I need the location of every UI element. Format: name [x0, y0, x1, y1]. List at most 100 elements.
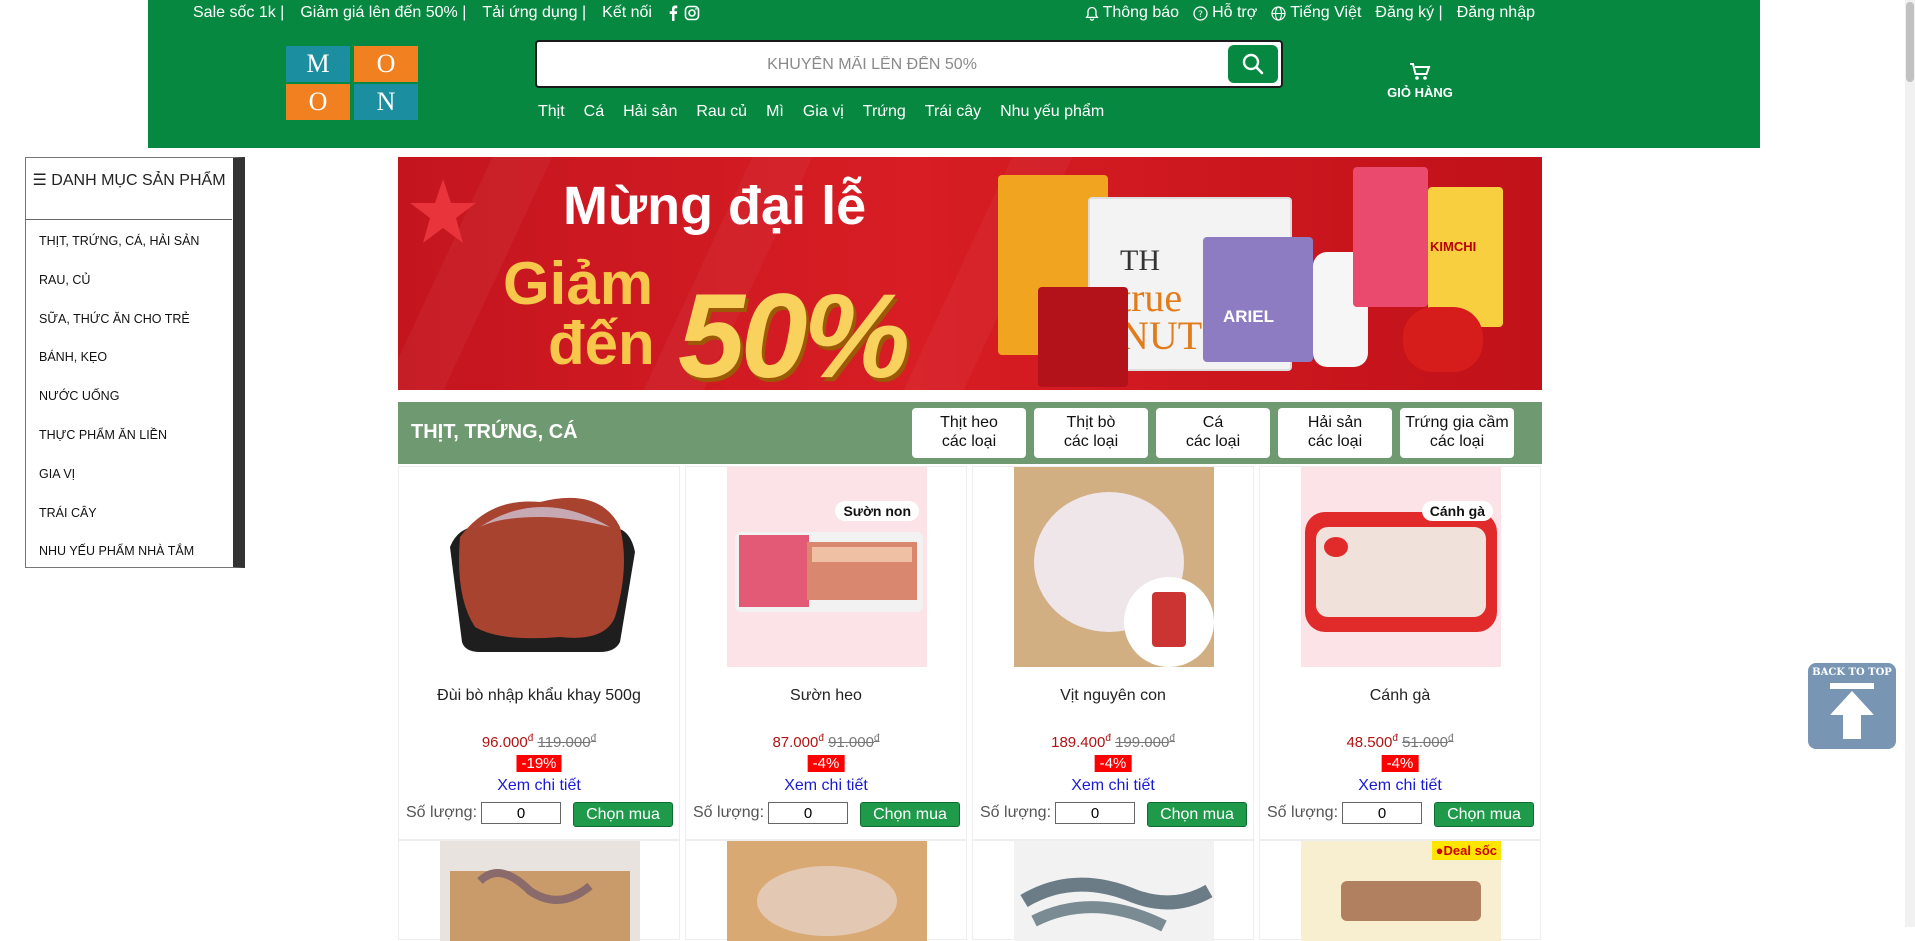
download-app-link[interactable]: Tải ứng dụng |: [482, 4, 586, 22]
instagram-icon[interactable]: [684, 5, 700, 21]
subcat-beef-line1: Thịt bò: [1066, 414, 1116, 431]
nav-item-spices[interactable]: Gia vị: [803, 103, 844, 121]
product-image[interactable]: [1014, 841, 1214, 941]
site-logo[interactable]: M O N O: [286, 46, 420, 122]
product-image[interactable]: [727, 841, 927, 941]
support-link[interactable]: ? Hỗ trợ: [1193, 4, 1257, 22]
old-price: 51.000đ: [1402, 733, 1453, 751]
nav-item-meat[interactable]: Thịt: [538, 103, 565, 121]
nav-item-eggs[interactable]: Trứng: [863, 103, 906, 121]
support-label: Hỗ trợ: [1212, 4, 1258, 21]
cart-button[interactable]: GIỎ HÀNG: [1380, 62, 1460, 100]
product-card: Sườn non Sườn heo 87.000đ 91.000đ -4% Xe…: [685, 466, 967, 840]
sidebar-item-drinks[interactable]: NƯỚC UỐNG: [39, 389, 199, 428]
sidebar-item-spices[interactable]: GIA VỊ: [39, 467, 199, 506]
product-card: [398, 840, 680, 941]
current-price: 96.000đ: [482, 733, 533, 751]
facebook-icon[interactable]: [668, 5, 678, 21]
sidebar-item-instant-food[interactable]: THỰC PHẨM ĂN LIỀN: [39, 428, 199, 467]
section-title[interactable]: THỊT, TRỨNG, CÁ: [411, 421, 578, 444]
language-link[interactable]: Tiếng Việt: [1271, 4, 1361, 22]
promo-banner[interactable]: Mừng đại lễ Giảm đến 50% TH true NUT ARI…: [398, 157, 1542, 390]
nav-item-fish[interactable]: Cá: [584, 103, 604, 121]
view-details-link[interactable]: Xem chi tiết: [686, 777, 966, 795]
nav-item-noodles[interactable]: Mì: [766, 103, 784, 121]
product-image[interactable]: [1014, 467, 1214, 667]
subcat-pork-line2: các loại: [941, 433, 997, 450]
section-header: THỊT, TRỨNG, CÁ Thịt heo các loại Thịt bò…: [398, 402, 1542, 464]
product-price: 189.400đ 199.000đ: [973, 733, 1253, 751]
sidebar-title: DANH MỤC SẢN PHẨM: [51, 172, 226, 189]
discount-badge: -4%: [807, 755, 845, 772]
sidebar-item-milk-baby-food[interactable]: SỮA, THỨC ĂN CHO TRẺ: [39, 312, 199, 351]
quantity-label: Số lượng:: [406, 804, 478, 821]
deal-label: Deal sốc: [1443, 843, 1497, 858]
logo-tile-o2: O: [286, 84, 350, 120]
product-price: 96.000đ 119.000đ: [399, 733, 679, 751]
nav-item-fruits[interactable]: Trái cây: [925, 103, 981, 121]
old-price-value: 199.000: [1115, 734, 1170, 751]
login-link[interactable]: Đăng nhập: [1457, 4, 1535, 22]
view-details-link[interactable]: Xem chi tiết: [973, 777, 1253, 795]
subcat-seafood[interactable]: Hải sản các loại: [1278, 408, 1392, 458]
product-name[interactable]: Đùi bò nhập khẩu khay 500g: [399, 687, 679, 705]
subcat-eggs-line1: Trứng gia cầm: [1405, 414, 1509, 431]
back-to-top-button[interactable]: BACK TO TOP: [1808, 663, 1896, 749]
sidebar-item-fruits[interactable]: TRÁI CÂY: [39, 506, 199, 545]
quantity-input[interactable]: [481, 802, 562, 824]
product-tag: Sườn non: [835, 501, 919, 521]
product-image[interactable]: Cánh gà: [1301, 467, 1501, 667]
sidebar-item-cakes-candy[interactable]: BÁNH, KẸO: [39, 350, 199, 389]
scrollbar-thumb[interactable]: [1906, 2, 1914, 82]
buy-button[interactable]: Chọn mua: [1147, 802, 1247, 827]
quantity-input[interactable]: [1055, 802, 1136, 824]
globe-icon: [1271, 5, 1286, 21]
buy-button[interactable]: Chọn mua: [860, 802, 960, 827]
product-price: 48.500đ 51.000đ: [1260, 733, 1540, 751]
product-name[interactable]: Sườn heo: [686, 687, 966, 705]
scrollbar[interactable]: [1905, 0, 1915, 927]
nav-item-seafood[interactable]: Hải sản: [623, 103, 677, 121]
nav-item-essentials[interactable]: Nhu yếu phẩm: [1000, 103, 1104, 121]
category-sidebar: ☰ DANH MỤC SẢN PHẨM THỊT, TRỨNG, CÁ, HẢI…: [25, 157, 245, 568]
subcat-fish[interactable]: Cá các loại: [1156, 408, 1270, 458]
currency-symbol: đ: [1169, 733, 1175, 744]
subcategory-list: Thịt heo các loại Thịt bò các loại Cá các l…: [912, 408, 1514, 458]
product-image[interactable]: [440, 467, 640, 667]
sidebar-item-vegetables[interactable]: RAU, CỦ: [39, 273, 199, 312]
subcat-seafood-line1: Hải sản: [1307, 414, 1363, 431]
logo-tile-m: M: [286, 46, 350, 82]
product-image[interactable]: [440, 841, 640, 941]
buy-button[interactable]: Chọn mua: [1434, 802, 1534, 827]
notifications-label: Thông báo: [1102, 4, 1180, 21]
subcat-poultry-eggs[interactable]: Trứng gia cầm các loại: [1400, 408, 1514, 458]
quantity-input[interactable]: [1342, 802, 1423, 824]
search-box: [535, 40, 1283, 88]
currency-symbol: đ: [1105, 733, 1111, 744]
noodle-bowl-image: [1403, 307, 1483, 372]
subcat-fish-line1: Cá: [1202, 414, 1224, 431]
view-details-link[interactable]: Xem chi tiết: [1260, 777, 1540, 795]
discount-badge: -4%: [1094, 755, 1132, 772]
sale-link[interactable]: Sale sốc 1k |: [193, 4, 284, 22]
buy-button[interactable]: Chọn mua: [573, 802, 673, 827]
subcat-beef[interactable]: Thịt bò các loại: [1034, 408, 1148, 458]
search-input[interactable]: [545, 46, 1199, 84]
register-link[interactable]: Đăng ký |: [1375, 4, 1442, 22]
sidebar-item-bathroom-essentials[interactable]: NHU YẾU PHẨM NHÀ TẮM: [39, 544, 199, 583]
nav-item-vegetables[interactable]: Rau củ: [696, 103, 747, 121]
sidebar-item-meat-eggs-fish-seafood[interactable]: THỊT, TRỨNG, CÁ, HẢI SẢN: [39, 234, 199, 273]
notifications-link[interactable]: Thông báo: [1084, 4, 1180, 22]
sidebar-header[interactable]: ☰ DANH MỤC SẢN PHẨM: [26, 158, 232, 220]
subcat-pork[interactable]: Thịt heo các loại: [912, 408, 1026, 458]
view-details-link[interactable]: Xem chi tiết: [399, 777, 679, 795]
product-image[interactable]: Sườn non: [727, 467, 927, 667]
product-name[interactable]: Vịt nguyên con: [973, 687, 1253, 705]
quantity-input[interactable]: [768, 802, 849, 824]
product-name[interactable]: Cánh gà: [1260, 687, 1540, 705]
search-button[interactable]: [1228, 45, 1278, 83]
product-image[interactable]: ●Deal sốc: [1301, 841, 1501, 941]
subcat-pork-line1: Thịt heo: [940, 414, 998, 431]
connect-label: Kết nối: [602, 4, 652, 21]
discount-link[interactable]: Giảm giá lên đến 50% |: [300, 4, 466, 22]
